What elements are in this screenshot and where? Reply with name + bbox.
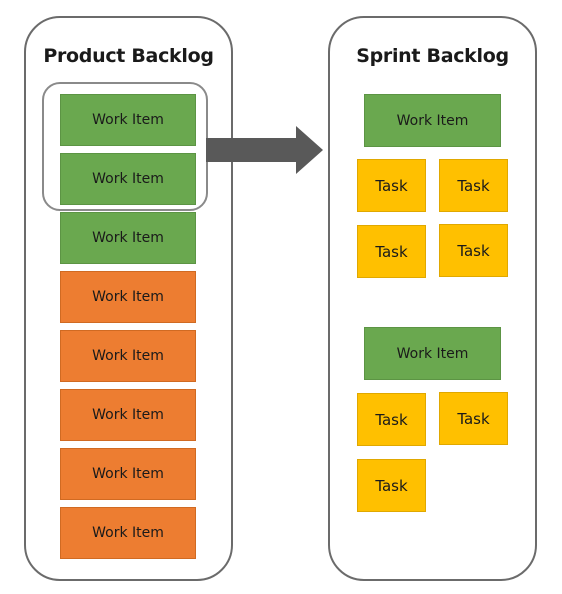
task-card[interactable]: Task [357,159,426,212]
product-work-item[interactable]: Work Item [60,330,196,382]
task-card[interactable]: Task [439,159,508,212]
product-work-item[interactable]: Work Item [60,389,196,441]
task-label: Task [457,409,490,428]
work-item-label: Work Item [92,466,164,482]
product-work-item[interactable]: Work Item [60,212,196,264]
task-card[interactable]: Task [357,459,426,512]
task-label: Task [457,241,490,260]
work-item-label: Work Item [92,230,164,246]
work-item-label: Work Item [92,407,164,423]
task-label: Task [375,410,408,429]
work-item-label: Work Item [396,112,469,129]
product-work-item[interactable]: Work Item [60,448,196,500]
sprint-work-item[interactable]: Work Item [364,94,501,147]
task-label: Task [457,176,490,195]
work-item-label: Work Item [396,345,469,362]
task-card[interactable]: Task [439,224,508,277]
product-work-item[interactable]: Work Item [60,507,196,559]
product-backlog-title: Product Backlog [43,45,214,67]
right-arrow-icon [206,126,323,174]
work-item-label: Work Item [92,289,164,305]
selection-highlight [42,82,208,211]
work-item-label: Work Item [92,348,164,364]
product-work-item[interactable]: Work Item [60,271,196,323]
sprint-backlog-title: Sprint Backlog [356,45,509,67]
sprint-work-item[interactable]: Work Item [364,327,501,380]
task-label: Task [375,242,408,261]
work-item-label: Work Item [92,525,164,541]
task-label: Task [375,476,408,495]
task-card[interactable]: Task [357,393,426,446]
task-card[interactable]: Task [357,225,426,278]
task-label: Task [375,176,408,195]
task-card[interactable]: Task [439,392,508,445]
